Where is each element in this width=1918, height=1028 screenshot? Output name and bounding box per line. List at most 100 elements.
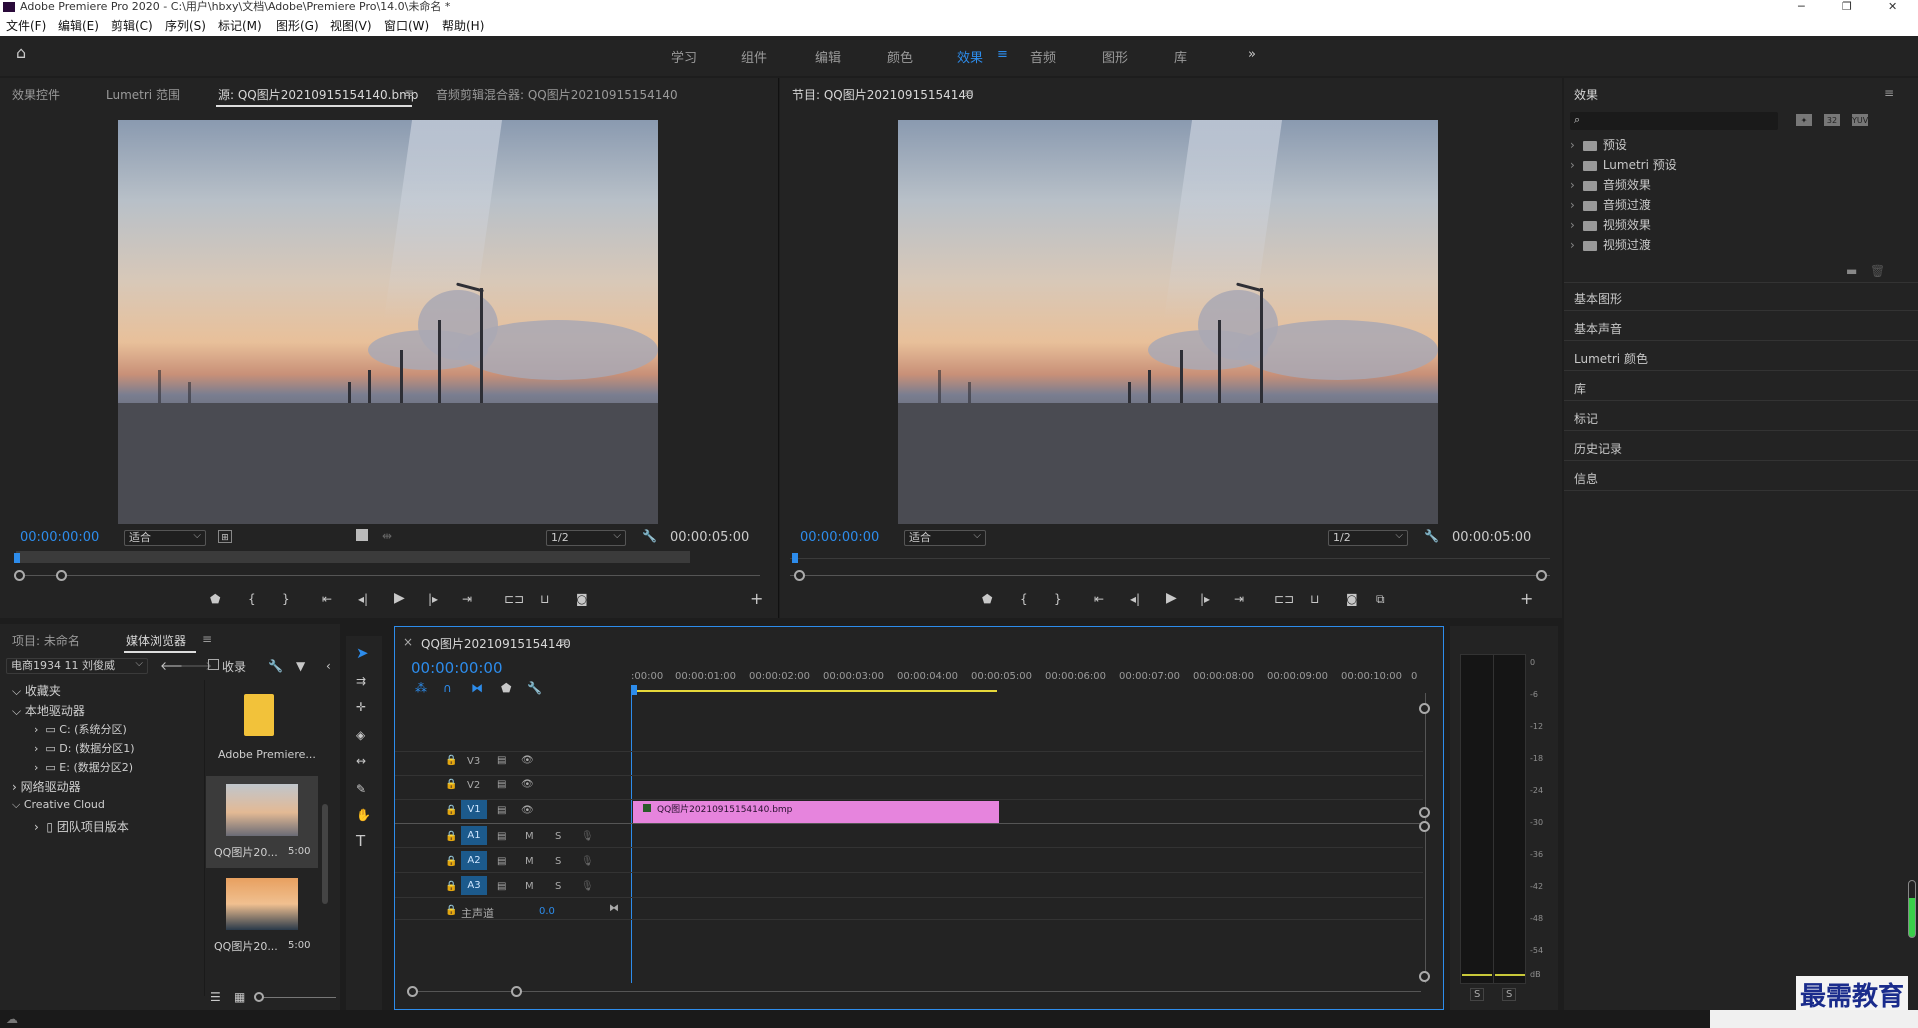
program-zoom-end-handle[interactable] [1536,570,1547,581]
program-menu-icon[interactable]: ≡ [964,86,974,100]
vertical-scroll-track[interactable] [1425,693,1426,983]
thumb-zoom-slider[interactable] [256,997,336,998]
maximize-icon[interactable]: ❐ [1842,0,1852,14]
timeline-timecode[interactable]: 00:00:00:00 [411,659,503,677]
timeline-zoom-start-handle[interactable] [407,986,418,997]
export-frame-icon[interactable]: ◙ [576,592,588,606]
mark-in-icon[interactable]: { [248,592,256,606]
v1-lock-icon[interactable]: 🔒 [445,805,457,816]
add-marker-icon[interactable]: ⬟ [210,592,220,606]
video-scroll-top-handle[interactable] [1419,703,1430,714]
settings-wrench-icon[interactable]: 🔧 [268,659,283,673]
timeline-zoom-end-handle[interactable] [511,986,522,997]
program-go-to-in-icon[interactable]: ⇤ [1094,592,1104,606]
tab-lumetri-scopes[interactable]: Lumetri 范围 [106,86,180,103]
safe-margins-icon[interactable]: ⊞ [218,530,232,543]
source-resolution-select[interactable]: 1/2 [546,529,626,546]
a2-sync-icon[interactable]: ▤ [497,856,506,867]
program-fit-select[interactable]: 适合 [904,529,986,546]
tab-audio-clip-mixer[interactable]: 音频剪辑混合器: QQ图片20210915154140 [436,86,678,103]
meter-solo-right[interactable]: S [1502,988,1517,1001]
track-a3-label[interactable]: A3 [461,876,487,895]
32bit-effects-icon[interactable]: 32 [1824,114,1840,126]
media-browser-menu-icon[interactable]: ≡ [202,632,212,646]
minimize-icon[interactable]: ─ [1798,0,1805,14]
a3-mic-icon[interactable]: 🎙 [581,881,594,892]
source-timecode[interactable]: 00:00:00:00 [20,530,99,545]
timeline-clip[interactable]: QQ图片20210915154140.bmp [633,801,999,823]
list-view-icon[interactable]: ☰ [210,990,221,1004]
tab-program[interactable]: 节目: QQ图片20210915154140 [792,86,974,103]
step-forward-icon[interactable]: |▸ [428,592,438,606]
program-step-forward-icon[interactable]: |▸ [1200,592,1210,606]
program-playhead[interactable] [792,553,798,563]
menu-view[interactable]: 视图(V) [330,17,372,34]
a1-mute-button[interactable]: M [525,831,534,842]
type-tool-icon[interactable]: T [356,834,365,849]
timeline-ruler[interactable]: :00:00 00:00:01:00 00:00:02:00 00:00:03:… [631,671,1417,699]
track-v3-label[interactable]: V3 [467,756,480,767]
a1-sync-icon[interactable]: ▤ [497,831,506,842]
v3-sync-icon[interactable]: ▤ [497,755,506,766]
work-area-bar[interactable] [631,690,997,692]
master-volume[interactable]: 0.0 [539,906,555,917]
program-mark-in-icon[interactable]: { [1020,592,1028,606]
program-add-marker-icon[interactable]: ⬟ [982,592,992,606]
a2-solo-button[interactable]: S [555,856,561,867]
extract-icon[interactable]: ⊔ [1310,592,1319,606]
a3-solo-button[interactable]: S [555,881,561,892]
timeline-close-icon[interactable]: × [403,635,413,649]
track-v1-label[interactable]: V1 [461,800,487,819]
a1-lock-icon[interactable]: 🔒 [445,831,457,842]
timeline-settings-icon[interactable]: 🔧 [527,681,542,695]
workspace-audio[interactable]: 音频 [1030,47,1056,66]
drag-video-icon[interactable]: ⇹ [382,529,392,543]
workspace-libraries[interactable]: 库 [1174,47,1187,66]
accelerated-effects-icon[interactable]: ✦ [1796,114,1812,126]
workspace-color[interactable]: 颜色 [887,47,913,66]
tab-media-browser[interactable]: 媒体浏览器 [126,632,186,649]
source-timebar[interactable] [16,551,690,563]
hand-tool-icon[interactable]: ✋ [356,808,371,822]
a1-mic-icon[interactable]: 🎙 [581,831,594,842]
mark-out-icon[interactable]: } [282,592,290,606]
audio-scroll-top-handle[interactable] [1419,821,1430,832]
timeline-marker-icon[interactable]: ⬟ [501,681,511,695]
tab-project[interactable]: 项目: 未命名 [12,632,80,649]
program-play-icon[interactable]: ▶ [1166,591,1177,605]
home-icon[interactable]: ⌂ [16,45,26,61]
tree-drive-e[interactable]: › ▭ E: (数据分区2) [34,759,133,775]
effects-item-video-effects[interactable]: › 视频效果 [1570,216,1651,233]
delete-icon[interactable]: 🗑 [1870,264,1885,278]
section-markers[interactable]: 标记 [1574,410,1598,427]
add-button-icon[interactable]: + [750,591,763,607]
tab-effect-controls[interactable]: 效果控件 [12,86,60,103]
meter-solo-left[interactable]: S [1470,988,1485,1001]
new-bin-icon[interactable]: ▬ [1846,264,1857,278]
menu-window[interactable]: 窗口(W) [384,17,429,34]
insert-icon[interactable]: ⊏⊐ [504,592,524,606]
overwrite-icon[interactable]: ⊔ [540,592,549,606]
menu-sequence[interactable]: 序列(S) [165,17,206,34]
track-v2-label[interactable]: V2 [467,780,480,791]
program-step-back-icon[interactable]: ◂| [1130,592,1140,606]
thumb-image-2[interactable]: QQ图片20... 5:00 [206,870,318,962]
effects-search-input[interactable]: ⌕ [1570,112,1778,130]
menu-clip[interactable]: 剪辑(C) [111,17,153,34]
more-workspaces-icon[interactable]: » [1248,47,1256,62]
tree-favorites[interactable]: ⌵ 收藏夹 [12,682,61,699]
ime-toolbar[interactable] [1710,1010,1918,1028]
play-icon[interactable]: ▶ [394,591,405,605]
source-zoom-start-handle[interactable] [14,570,25,581]
source-zoom-end-handle[interactable] [56,570,67,581]
a3-lock-icon[interactable]: 🔒 [445,881,457,892]
effects-menu-icon[interactable]: ≡ [1884,86,1894,100]
thumb-zoom-handle[interactable] [254,992,264,1002]
linked-selection-icon[interactable]: ⧓ [471,681,483,695]
creative-cloud-icon[interactable]: ☁ [6,1012,18,1026]
go-to-out-icon[interactable]: ⇥ [462,592,472,606]
section-info[interactable]: 信息 [1574,470,1598,487]
program-timecode[interactable]: 00:00:00:00 [800,530,879,545]
ripple-edit-tool-icon[interactable]: ✛ [356,700,366,714]
tree-local-drives[interactable]: ⌵ 本地驱动器 [12,702,85,719]
